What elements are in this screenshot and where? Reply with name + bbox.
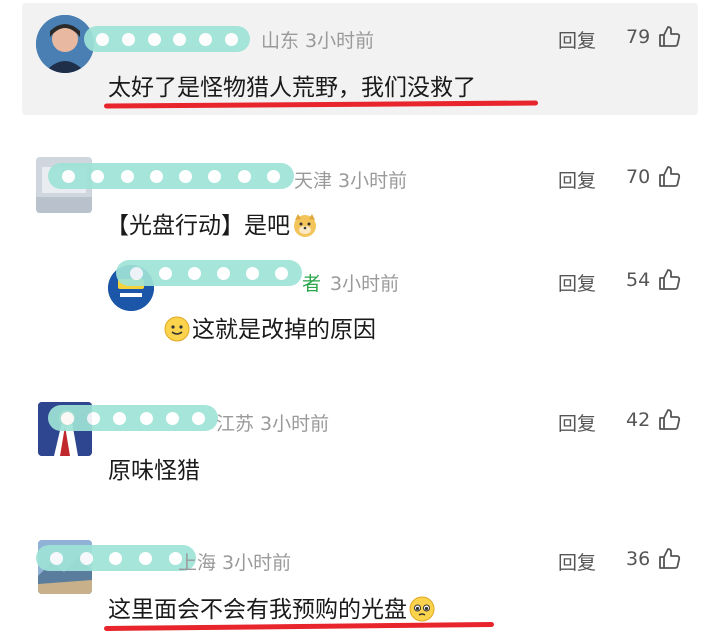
username-redacted bbox=[48, 163, 294, 189]
username-redacted bbox=[48, 405, 218, 431]
doge-emoji bbox=[294, 214, 316, 237]
like-count: 42 bbox=[626, 409, 651, 431]
location-time: 山东 3小时前 bbox=[261, 30, 375, 52]
comment-text: 原味怪猎 bbox=[108, 458, 200, 484]
like-count: 70 bbox=[626, 166, 651, 188]
thumbs-up-icon[interactable] bbox=[658, 25, 682, 49]
comment-text-content: 【光盘行动】是吧 bbox=[106, 213, 290, 239]
location-time: 上海 3小时前 bbox=[178, 552, 292, 574]
username-redacted bbox=[84, 26, 250, 52]
author-tag: 者 bbox=[302, 273, 322, 295]
comment-text: 这就是改掉的原因 bbox=[164, 310, 376, 344]
reply-button[interactable]: 回复 bbox=[558, 26, 596, 53]
reply-button[interactable]: 回复 bbox=[558, 548, 596, 575]
comment-text: 【光盘行动】是吧 bbox=[106, 206, 318, 240]
like-count: 54 bbox=[626, 269, 651, 291]
smile-emoji bbox=[164, 316, 190, 342]
location-time: 天津 3小时前 bbox=[294, 170, 408, 192]
comment-text: 这里面会不会有我预购的光盘 bbox=[108, 590, 435, 624]
username-redacted bbox=[36, 545, 196, 571]
reply-button[interactable]: 回复 bbox=[558, 166, 596, 193]
comment-text: 太好了是怪物猎人荒野，我们没救了 bbox=[108, 75, 476, 101]
comment-text-content: 这就是改掉的原因 bbox=[192, 317, 376, 343]
thumbs-up-icon[interactable] bbox=[658, 408, 682, 432]
thumbs-up-icon[interactable] bbox=[658, 547, 682, 571]
comment-text-content: 这里面会不会有我预购的光盘 bbox=[108, 597, 407, 623]
reply-button[interactable]: 回复 bbox=[558, 409, 596, 436]
reply-button[interactable]: 回复 bbox=[558, 269, 596, 296]
pleading-emoji bbox=[409, 596, 435, 622]
location-time: 江苏 3小时前 bbox=[216, 413, 330, 435]
thumbs-up-icon[interactable] bbox=[658, 268, 682, 292]
like-count: 36 bbox=[626, 548, 651, 570]
location-time: 3小时前 bbox=[330, 273, 400, 295]
username-redacted bbox=[116, 260, 302, 286]
like-count: 79 bbox=[626, 26, 651, 48]
thumbs-up-icon[interactable] bbox=[658, 165, 682, 189]
